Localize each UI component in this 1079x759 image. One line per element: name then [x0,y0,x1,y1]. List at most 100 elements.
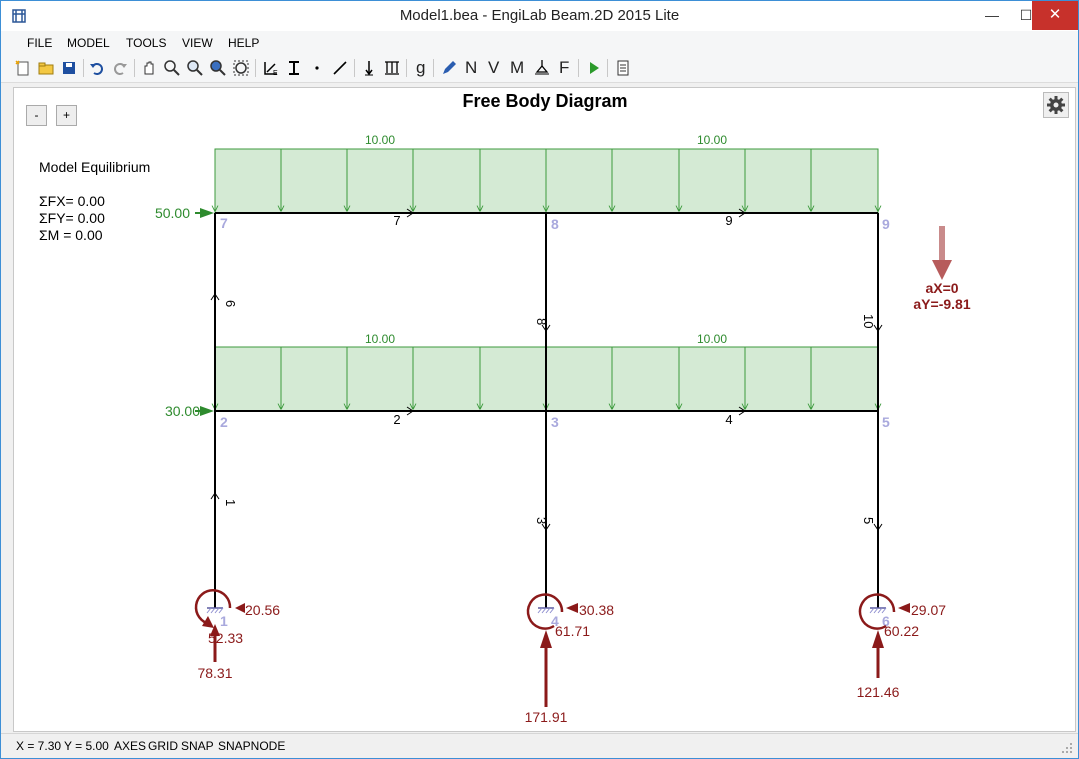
status-grid-toggle[interactable]: GRID [148,739,178,753]
run-icon[interactable] [584,58,604,78]
element-label: 3 [534,517,549,524]
frame-members [214,212,879,608]
zoom-out-icon[interactable] [208,58,228,78]
forces-icon[interactable]: F [559,58,569,78]
reaction-vertical: 78.31 [197,665,232,681]
resize-grip-icon[interactable] [1061,742,1073,754]
node-label: 9 [882,216,890,232]
distributed-load-mid-left [215,346,547,412]
drawing-canvas[interactable]: - + Free Body Diagram Model Equilibrium … [13,87,1076,732]
element-label: 4 [725,412,732,427]
element-label: 7 [393,213,400,228]
toolbar-separator [354,59,355,77]
diagram-title: Free Body Diagram [462,91,627,111]
reactions-icon[interactable] [532,58,552,78]
menu-model[interactable]: MODEL [67,36,110,50]
undo-icon[interactable] [87,58,107,78]
equilibrium-m: ΣM = 0.00 [39,227,103,243]
nodal-load-value: 30.00 [165,403,200,419]
status-y-coordinate: Y = 5.00 [64,739,109,753]
load-value: 10.00 [365,332,395,346]
element-label: 2 [393,412,400,427]
distributed-load-top-left [215,148,547,214]
reaction-horizontal: 61.71 [555,623,590,639]
reaction-moment: 30.38 [579,602,614,618]
toolbar-separator [255,59,256,77]
element-label: 10 [861,314,876,328]
load-value: 10.00 [365,133,395,147]
menu-bar: FILE MODEL TOOLS VIEW HELP [1,31,1078,55]
section-icon[interactable] [284,58,304,78]
distributed-load-icon[interactable] [382,58,402,78]
toolbar-separator [406,59,407,77]
pan-icon[interactable] [139,58,159,78]
toolbar: E g N V M F [1,55,1078,83]
minimize-button[interactable]: — [975,1,1009,30]
status-snap-toggle[interactable]: SNAP [181,739,214,753]
zoom-extents-icon[interactable] [231,58,251,78]
element-label: 5 [861,517,876,524]
window-title: Model1.bea - EngiLab Beam.2D 2015 Lite [399,7,680,24]
gravity-icon[interactable]: g [416,58,425,78]
element-label: 1 [223,499,238,506]
report-icon[interactable] [613,58,633,78]
toolbar-separator [433,59,434,77]
redo-icon[interactable] [110,58,130,78]
toolbar-separator [83,59,84,77]
reaction-horizontal: 60.22 [884,623,919,639]
app-window: Model1.bea - EngiLab Beam.2D 2015 Lite —… [0,0,1079,759]
gravity-ax: aX=0 [925,280,958,296]
distributed-load-mid-right [546,346,878,412]
reaction-moment: 29.07 [911,602,946,618]
equilibrium-fx: ΣFX= 0.00 [39,193,105,209]
load-value: 10.00 [697,133,727,147]
support-node-4 [526,593,578,707]
shear-force-icon[interactable]: V [488,58,499,78]
zoom-window-icon[interactable] [162,58,182,78]
reaction-moment: 20.56 [245,602,280,618]
status-snapnode-toggle[interactable]: SNAPNODE [218,739,285,753]
menu-file[interactable]: FILE [27,36,52,50]
menu-tools[interactable]: TOOLS [126,36,166,50]
menu-view[interactable]: VIEW [182,36,213,50]
open-file-icon[interactable] [36,58,56,78]
nodal-load-value: 50.00 [155,205,190,221]
close-button[interactable]: ✕ [1032,1,1078,30]
pencil-icon[interactable] [439,58,459,78]
element-label: 6 [223,300,238,307]
free-body-diagram: Free Body Diagram Model Equilibrium ΣFX=… [39,91,971,725]
zoom-in-icon[interactable] [185,58,205,78]
element-label: 9 [725,213,732,228]
node-label: 3 [551,414,559,430]
load-value: 10.00 [697,332,727,346]
element-icon[interactable] [330,58,350,78]
new-file-icon[interactable] [13,58,33,78]
equilibrium-fy: ΣFY= 0.00 [39,210,105,226]
svg-text:E: E [273,70,278,77]
toolbar-separator [134,59,135,77]
distributed-load-top-right [546,148,878,214]
equilibrium-heading: Model Equilibrium [39,159,150,175]
toolbar-separator [607,59,608,77]
node-icon[interactable] [307,58,327,78]
gravity-arrow-icon [932,226,952,280]
node-label: 5 [882,414,890,430]
material-icon[interactable]: E [261,58,281,78]
node-label: 8 [551,216,559,232]
menu-help[interactable]: HELP [228,36,259,50]
reaction-horizontal: 52.33 [208,630,243,646]
title-bar[interactable]: Model1.bea - EngiLab Beam.2D 2015 Lite —… [1,1,1078,31]
save-icon[interactable] [59,58,79,78]
status-axes-toggle[interactable]: AXES [114,739,146,753]
normal-force-icon[interactable]: N [465,58,477,78]
reaction-vertical: 171.91 [525,709,568,725]
node-label: 7 [220,215,228,231]
toolbar-separator [578,59,579,77]
nodal-load-50 [195,208,214,218]
element-label: 8 [534,318,549,325]
node-label: 2 [220,414,228,430]
node-label: 1 [220,613,228,629]
moment-icon[interactable]: M [510,58,524,78]
nodal-load-icon[interactable] [359,58,379,78]
gravity-ay: aY=-9.81 [913,296,970,312]
